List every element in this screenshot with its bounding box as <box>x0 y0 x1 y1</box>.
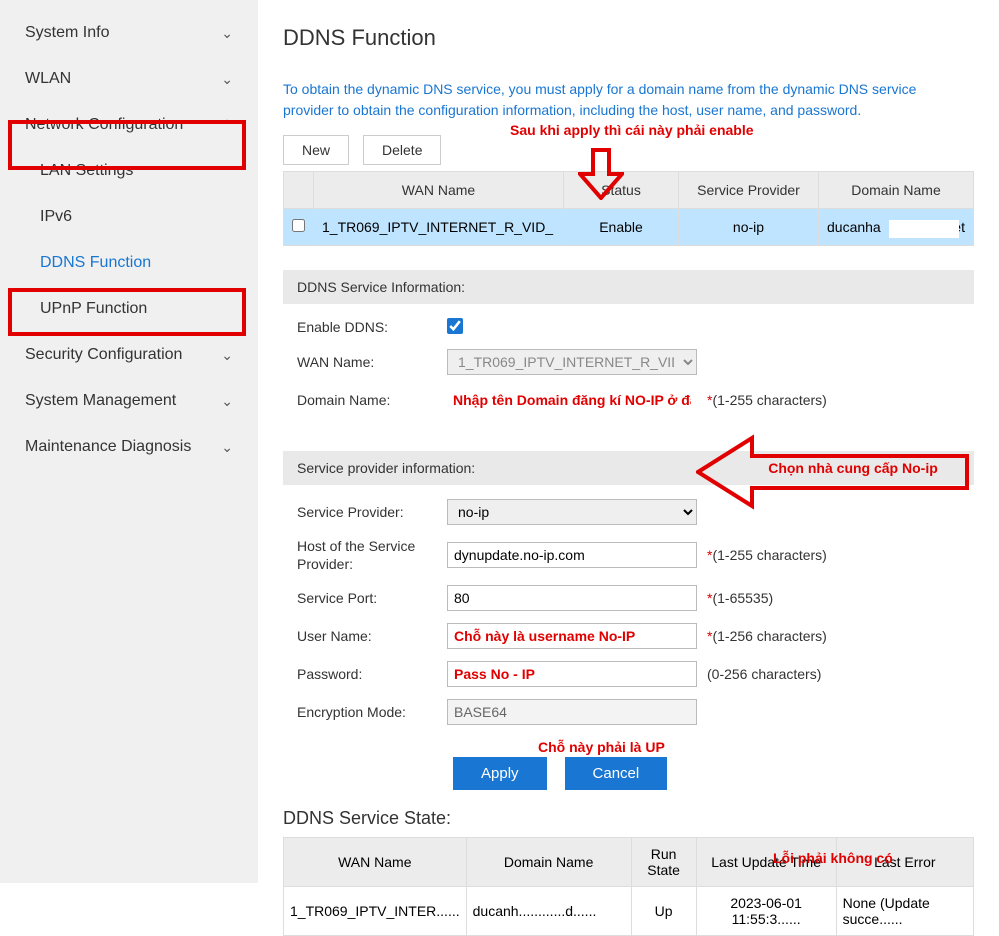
section-ddns-service-info: DDNS Service Information: <box>283 270 974 304</box>
hint-host: *(1-255 characters) <box>707 547 827 563</box>
main-content: DDNS Function To obtain the dynamic DNS … <box>258 0 999 883</box>
cell-provider: no-ip <box>679 209 819 246</box>
label-password: Password: <box>297 665 447 683</box>
hint-domain: *(1-255 characters) <box>707 392 827 408</box>
cell-wan: 1_TR069_IPTV_INTERNET_R_VID_ <box>314 209 564 246</box>
annotation-enable-note: Sau khi apply thì cái này phải enable <box>510 122 754 138</box>
password-input[interactable] <box>447 661 697 687</box>
cell-state-run: Up <box>631 887 696 936</box>
cancel-button[interactable]: Cancel <box>565 757 668 790</box>
col-state-domain: Domain Name <box>466 838 631 887</box>
col-state-wan: WAN Name <box>284 838 467 887</box>
sidebar-label: System Management <box>25 392 176 410</box>
col-wan-name: WAN Name <box>314 172 564 209</box>
col-domain-name: Domain Name <box>819 172 974 209</box>
chevron-down-icon: ⌄ <box>221 393 233 410</box>
cell-state-error: None (Update succe...... <box>836 887 973 936</box>
arrow-left-icon <box>696 432 971 512</box>
cell-status: Enable <box>564 209 679 246</box>
label-domain-name: Domain Name: <box>297 391 447 409</box>
annotation-box <box>8 288 246 336</box>
form-actions: Apply Cancel <box>453 757 974 790</box>
chevron-down-icon: ⌄ <box>221 25 233 42</box>
sidebar-label: Maintenance Diagnosis <box>25 438 191 456</box>
cell-domain: ducanhadns.net <box>819 209 974 246</box>
new-button[interactable]: New <box>283 135 349 165</box>
sidebar-item-maintenance-diagnosis[interactable]: Maintenance Diagnosis ⌄ <box>0 424 258 470</box>
hint-user: *(1-256 characters) <box>707 628 827 644</box>
label-service-port: Service Port: <box>297 589 447 607</box>
cell-state-domain: ducanh............d...... <box>466 887 631 936</box>
chevron-down-icon: ⌄ <box>221 439 233 456</box>
sidebar-item-ipv6[interactable]: IPv6 <box>0 194 258 240</box>
enable-ddns-checkbox[interactable] <box>447 318 463 334</box>
cell-state-wan: 1_TR069_IPTV_INTER...... <box>284 887 467 936</box>
col-state-run: Run State <box>631 838 696 887</box>
row-checkbox[interactable] <box>292 219 305 232</box>
domain-name-input[interactable] <box>447 387 697 413</box>
host-provider-input[interactable] <box>447 542 697 568</box>
label-service-provider: Service Provider: <box>297 503 447 521</box>
sidebar-label: WLAN <box>25 70 71 88</box>
sidebar-item-system-info[interactable]: System Info ⌄ <box>0 10 258 56</box>
delete-button[interactable]: Delete <box>363 135 441 165</box>
service-port-input[interactable] <box>447 585 697 611</box>
encryption-mode-input <box>447 699 697 725</box>
sidebar: System Info ⌄ WLAN ⌄ Network Configurati… <box>0 0 258 883</box>
apply-button[interactable]: Apply <box>453 757 547 790</box>
user-name-input[interactable] <box>447 623 697 649</box>
sidebar-label: System Info <box>25 24 109 42</box>
toolbar: New Delete <box>283 135 974 165</box>
page-title: DDNS Function <box>283 25 974 51</box>
intro-text: To obtain the dynamic DNS service, you m… <box>283 79 933 121</box>
sidebar-item-ddns-function[interactable]: DDNS Function <box>0 240 258 286</box>
label-encryption-mode: Encryption Mode: <box>297 703 447 721</box>
wan-name-select[interactable]: 1_TR069_IPTV_INTERNET_R_VID_ <box>447 349 697 375</box>
label-enable-ddns: Enable DDNS: <box>297 318 447 336</box>
state-row: 1_TR069_IPTV_INTER...... ducanh.........… <box>284 887 974 936</box>
service-provider-select[interactable]: no-ip <box>447 499 697 525</box>
cell-state-update: 2023-06-01 11:55:3...... <box>696 887 836 936</box>
sidebar-item-wlan[interactable]: WLAN ⌄ <box>0 56 258 102</box>
chevron-down-icon: ⌄ <box>221 71 233 88</box>
sidebar-item-security-config[interactable]: Security Configuration ⌄ <box>0 332 258 378</box>
annotation-box <box>8 120 246 170</box>
ddns-list-table: WAN Name Status Service Provider Domain … <box>283 171 974 246</box>
col-service-provider: Service Provider <box>679 172 819 209</box>
chevron-down-icon: ⌄ <box>221 347 233 364</box>
annotation-up-note: Chỗ này phải là UP <box>538 739 665 755</box>
annotation-error-note: Lỗi phải không có <box>773 850 893 866</box>
sidebar-label: Security Configuration <box>25 346 182 364</box>
label-host-provider: Host of the Service Provider: <box>297 537 447 573</box>
state-heading: DDNS Service State: <box>283 808 974 829</box>
hint-pass: (0-256 characters) <box>707 666 821 682</box>
hint-port: *(1-65535) <box>707 590 773 606</box>
label-wan-name: WAN Name: <box>297 353 447 371</box>
table-row[interactable]: 1_TR069_IPTV_INTERNET_R_VID_ Enable no-i… <box>284 209 974 246</box>
sidebar-item-system-management[interactable]: System Management ⌄ <box>0 378 258 424</box>
label-user-name: User Name: <box>297 627 447 645</box>
arrow-down-icon <box>578 148 624 200</box>
